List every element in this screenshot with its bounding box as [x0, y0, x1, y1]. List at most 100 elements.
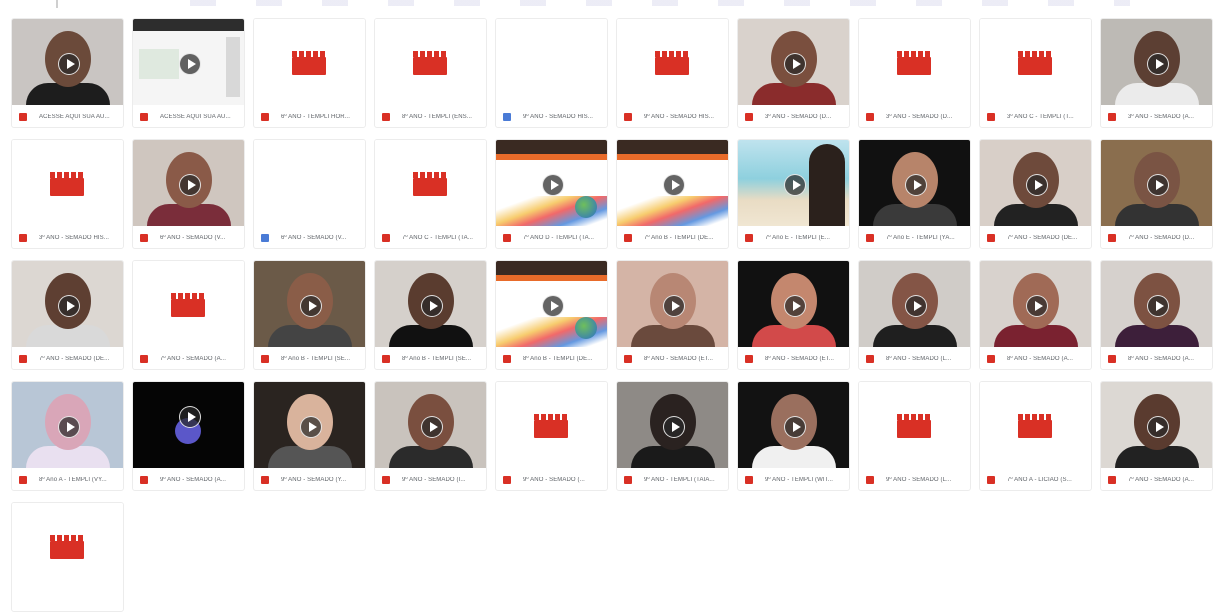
slide-accent-band — [496, 154, 607, 160]
video-file-icon — [624, 476, 632, 484]
play-icon — [421, 295, 443, 317]
file-tile[interactable]: 8º ANO - SEMADO (A... — [1100, 260, 1213, 370]
video-file-icon — [503, 234, 511, 242]
file-tile[interactable]: 8º Ano A - TEMPLI (VY... — [11, 381, 124, 491]
file-tile[interactable]: 9º ANO - SEMADO (Y... — [253, 381, 366, 491]
file-thumbnail — [859, 261, 970, 347]
file-tile[interactable]: 7º ANO D - TEMPLI (TA... — [495, 139, 608, 249]
file-tile[interactable]: 9º ANO - SEMADO (I... — [374, 381, 487, 491]
file-thumbnail — [496, 140, 607, 226]
play-icon — [300, 416, 322, 438]
file-tile[interactable]: 6º ANO - SEMADO (V... — [132, 139, 245, 249]
file-thumbnail — [254, 261, 365, 347]
file-thumbnail — [133, 261, 244, 347]
file-tile[interactable]: ACESSE AQUI SUA AU... — [11, 18, 124, 128]
file-tile[interactable]: 8º ANO - SEMADO (L... — [858, 260, 971, 370]
file-name: 3º ANO - SEMADO HIS... — [39, 235, 110, 241]
slide-graphic — [617, 196, 728, 226]
top-toolbar — [0, 0, 1224, 8]
file-tile[interactable]: 6º ANO - TEMPLI HOR... — [253, 18, 366, 128]
video-file-icon — [261, 355, 269, 363]
file-tile[interactable]: 7º Ano E - TEMPLI (E... — [737, 139, 850, 249]
file-tile[interactable]: 3º ANO - SEMADO (A... — [1100, 18, 1213, 128]
play-icon — [300, 295, 322, 317]
file-thumbnail — [375, 261, 486, 347]
file-tile[interactable]: 8º ANO - SEMADO (ET... — [737, 260, 850, 370]
video-file-icon — [1108, 234, 1116, 242]
file-thumbnail — [375, 382, 486, 468]
file-tile[interactable]: ACESSE AQUI SUA AU... — [132, 18, 245, 128]
file-tile[interactable]: 9º ANO - SEMADO (... — [495, 381, 608, 491]
file-name: 6º ANO - SEMADO (V... — [160, 235, 226, 241]
file-thumbnail — [1101, 140, 1212, 226]
file-tile[interactable] — [11, 502, 124, 612]
file-caption: 9º ANO - SEMADO (... — [496, 470, 607, 490]
file-tile[interactable]: 9º ANO - SEMADO HIS... — [616, 18, 729, 128]
file-thumbnail — [738, 382, 849, 468]
file-thumbnail — [12, 382, 123, 468]
file-caption: 3º ANO - SEMADO (A... — [1101, 107, 1212, 127]
file-caption: 8º Ano B - TEMPLI (SE... — [375, 349, 486, 369]
file-tile[interactable]: 7º Ano B - TEMPLI (DE... — [616, 139, 729, 249]
video-file-icon — [866, 476, 874, 484]
video-file-icon — [292, 51, 326, 75]
file-name: 6º ANO - SEMADO (V... — [281, 235, 347, 241]
file-caption: 7º ANO - SEMADO (A... — [133, 349, 244, 369]
file-name: 7º ANO C - TEMPLI (TA... — [402, 235, 474, 241]
file-tile[interactable]: 8º ANO - SEMADO (A... — [979, 260, 1092, 370]
video-file-icon — [261, 113, 269, 121]
file-name: 9º ANO - SEMADO (L... — [886, 477, 952, 483]
file-tile[interactable]: 7º ANO - SEMADO (D... — [1100, 139, 1213, 249]
file-tile[interactable]: 7º Ano E - TEMPLI (YA... — [858, 139, 971, 249]
file-caption: 8º ANO - SEMADO (L... — [859, 349, 970, 369]
file-thumbnail — [1101, 261, 1212, 347]
file-name: 8º ANO - SEMADO (A... — [1007, 356, 1073, 362]
file-tile[interactable]: 7º ANO - SEMADO (A... — [1100, 381, 1213, 491]
play-icon — [58, 53, 80, 75]
file-caption: 8º Ano B - TEMPLI (SE... — [254, 349, 365, 369]
clapper-body — [413, 57, 447, 75]
file-tile[interactable]: 9º ANO - TEMPLI (WIT... — [737, 381, 850, 491]
file-tile[interactable]: 3º ANO C - TEMPLI (T... — [979, 18, 1092, 128]
play-icon — [179, 406, 201, 428]
file-tile[interactable]: 7º ANO C - TEMPLI (TA... — [374, 139, 487, 249]
file-tile[interactable]: 6º ANO - SEMADO (V... — [253, 139, 366, 249]
file-tile[interactable]: 7º ANO - SEMADO (A... — [132, 260, 245, 370]
file-name: 8º Ano B - TEMPLI (SE... — [402, 356, 472, 362]
video-file-icon — [745, 234, 753, 242]
file-tile[interactable]: 8º ANO - SEMADO (ET... — [616, 260, 729, 370]
file-caption: 8º ANO - SEMADO (ET... — [617, 349, 728, 369]
file-name: 7º ANO - SEMADO (DE... — [39, 356, 110, 362]
file-tile[interactable]: 8º ANO - TEMPLI (ENS... — [374, 18, 487, 128]
file-tile[interactable]: 9º ANO - SEMADO (L... — [858, 381, 971, 491]
file-caption: 7º ANO - SEMADO (D... — [1101, 228, 1212, 248]
file-tile[interactable]: 3º ANO - SEMADO HIS... — [11, 139, 124, 249]
video-file-icon — [987, 355, 995, 363]
file-thumbnail — [254, 140, 365, 226]
video-file-icon — [745, 113, 753, 121]
file-thumbnail — [12, 261, 123, 347]
file-name: 3º ANO - SEMADO (D... — [765, 114, 832, 120]
file-tile[interactable]: 8º Ano B - TEMPLI (SE... — [374, 260, 487, 370]
file-tile[interactable]: 8º Ano B - TEMPLI (DE... — [495, 260, 608, 370]
file-thumbnail — [617, 382, 728, 468]
file-name: 9º ANO - SEMADO HIS... — [523, 114, 594, 120]
file-tile[interactable]: 9º ANO - TEMPLI (TAIA... — [616, 381, 729, 491]
file-caption: 3º ANO - SEMADO (D... — [859, 107, 970, 127]
file-tile[interactable]: 9º ANO - SEMADO (A... — [132, 381, 245, 491]
video-file-icon — [534, 414, 568, 438]
file-tile[interactable]: 7º ANO - SEMADO (DE... — [979, 139, 1092, 249]
file-caption: 9º ANO - TEMPLI (TAIA... — [617, 470, 728, 490]
file-tile[interactable]: 9º ANO - SEMADO HIS... — [495, 18, 608, 128]
file-name: 9º ANO - SEMADO (Y... — [281, 477, 347, 483]
file-caption: 9º ANO - SEMADO (I... — [375, 470, 486, 490]
file-tile[interactable]: 3º ANO - SEMADO (D... — [858, 18, 971, 128]
file-tile[interactable]: 7º ANO A - LICIAO (S... — [979, 381, 1092, 491]
file-tile[interactable]: 7º ANO - SEMADO (DE... — [11, 260, 124, 370]
video-file-icon — [261, 476, 269, 484]
file-tile[interactable]: 8º Ano B - TEMPLI (SE... — [253, 260, 366, 370]
file-thumbnail — [617, 261, 728, 347]
video-file-icon — [140, 234, 148, 242]
file-thumbnail — [1101, 19, 1212, 105]
file-tile[interactable]: 3º ANO - SEMADO (D... — [737, 18, 850, 128]
